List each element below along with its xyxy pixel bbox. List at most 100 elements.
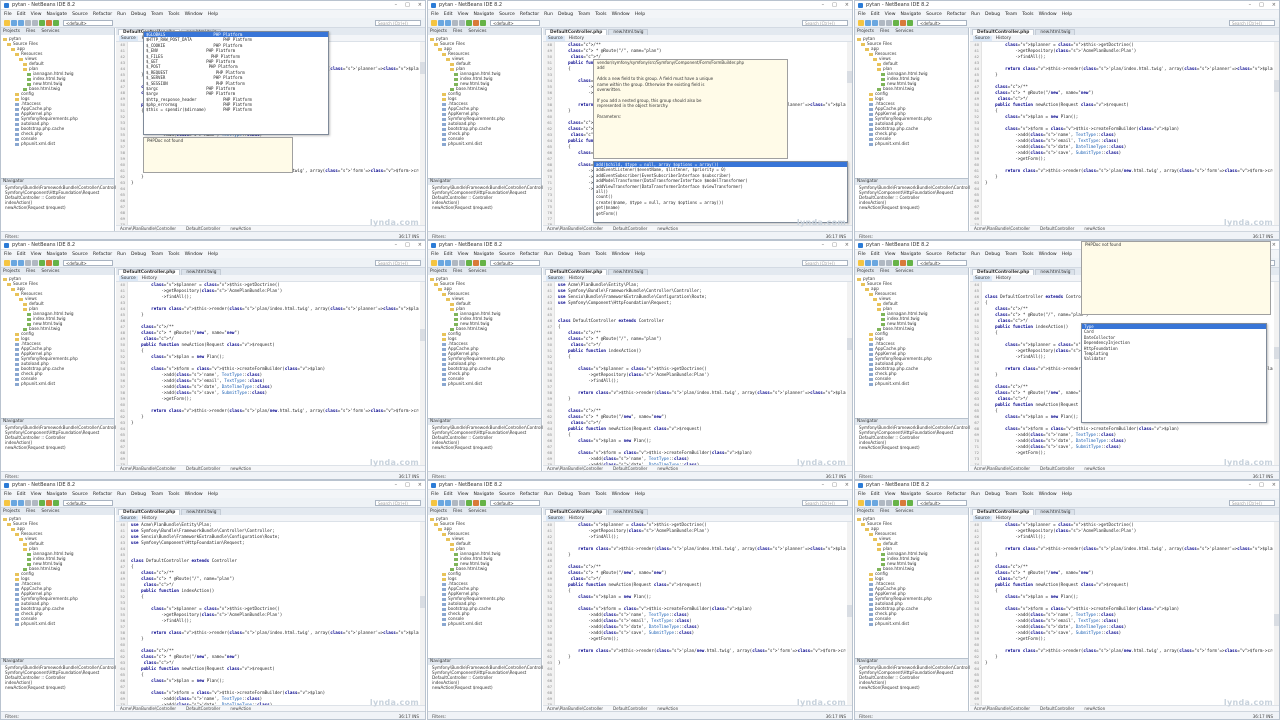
menu-help[interactable]: Help: [635, 492, 645, 497]
source-tab[interactable]: Source: [546, 35, 565, 41]
menu-tools[interactable]: Tools: [595, 12, 606, 17]
menu-navigate[interactable]: Navigate: [901, 12, 922, 17]
menu-debug[interactable]: Debug: [131, 12, 146, 17]
search-input[interactable]: Search (Ctrl+I): [375, 20, 421, 26]
menu-team[interactable]: Team: [578, 252, 590, 257]
vertical-scrollbar[interactable]: [1274, 522, 1279, 708]
run-icon[interactable]: [893, 20, 899, 26]
new-project-icon[interactable]: [865, 260, 871, 266]
open-project-icon[interactable]: [872, 260, 878, 266]
minimize-button[interactable]: –: [1249, 2, 1252, 8]
run-icon[interactable]: [39, 500, 45, 506]
menu-run[interactable]: Run: [971, 492, 980, 497]
debug-icon[interactable]: [900, 500, 906, 506]
search-input[interactable]: Search (Ctrl+I): [1229, 20, 1275, 26]
navigator-item[interactable]: newAction(Request $request): [1, 445, 114, 450]
code-completion-popup[interactable]: $GLOBALS PHP Platform $HTTP_RAW_POST_DATA…: [143, 31, 329, 135]
code-editor[interactable]: use Acme\PlanBundle\Entity\Plan; use Symf…: [131, 522, 419, 708]
tab-projects[interactable]: Projects: [430, 269, 447, 274]
tab-services[interactable]: Services: [895, 29, 913, 34]
menu-source[interactable]: Source: [926, 12, 942, 17]
scroll-thumb[interactable]: [420, 62, 425, 74]
profile-icon[interactable]: [480, 500, 486, 506]
new-file-icon[interactable]: [431, 500, 437, 506]
debug-icon[interactable]: [473, 260, 479, 266]
run-icon[interactable]: [466, 20, 472, 26]
navigator-item[interactable]: newAction(Request $request): [855, 445, 968, 450]
menu-refactor[interactable]: Refactor: [947, 252, 966, 257]
menu-edit[interactable]: Edit: [871, 252, 880, 257]
history-tab[interactable]: History: [142, 516, 157, 521]
menu-tools[interactable]: Tools: [1022, 252, 1033, 257]
redo-icon[interactable]: [886, 500, 892, 506]
menu-refactor[interactable]: Refactor: [93, 252, 112, 257]
tab-files[interactable]: Files: [453, 269, 462, 274]
menu-help[interactable]: Help: [208, 12, 218, 17]
run-icon[interactable]: [39, 260, 45, 266]
menu-run[interactable]: Run: [117, 12, 126, 17]
menu-view[interactable]: View: [885, 252, 896, 257]
close-button[interactable]: ×: [845, 2, 849, 8]
menu-tools[interactable]: Tools: [595, 492, 606, 497]
history-tab[interactable]: History: [569, 276, 584, 281]
tab-projects[interactable]: Projects: [3, 269, 20, 274]
menu-team[interactable]: Team: [151, 252, 163, 257]
menu-team[interactable]: Team: [1005, 252, 1017, 257]
menu-window[interactable]: Window: [1039, 252, 1057, 257]
menu-file[interactable]: File: [431, 252, 439, 257]
tab-files[interactable]: Files: [880, 29, 889, 34]
open-project-icon[interactable]: [18, 500, 24, 506]
new-file-icon[interactable]: [858, 20, 864, 26]
close-button[interactable]: ×: [418, 2, 422, 8]
menu-view[interactable]: View: [31, 492, 42, 497]
undo-icon[interactable]: [452, 500, 458, 506]
tab-services[interactable]: Services: [41, 269, 59, 274]
menu-edit[interactable]: Edit: [871, 12, 880, 17]
menu-navigate[interactable]: Navigate: [901, 492, 922, 497]
debug-icon[interactable]: [900, 20, 906, 26]
maximize-button[interactable]: □: [1259, 482, 1264, 488]
source-tab[interactable]: Source: [546, 515, 565, 521]
menu-help[interactable]: Help: [208, 492, 218, 497]
menu-source[interactable]: Source: [499, 252, 515, 257]
menu-window[interactable]: Window: [185, 12, 203, 17]
menu-navigate[interactable]: Navigate: [47, 12, 68, 17]
menu-view[interactable]: View: [458, 252, 469, 257]
search-input[interactable]: Search (Ctrl+I): [375, 260, 421, 266]
debug-icon[interactable]: [900, 260, 906, 266]
redo-icon[interactable]: [459, 20, 465, 26]
tab-services[interactable]: Services: [895, 509, 913, 514]
menu-run[interactable]: Run: [544, 492, 553, 497]
menu-refactor[interactable]: Refactor: [947, 12, 966, 17]
menu-team[interactable]: Team: [578, 492, 590, 497]
tab-projects[interactable]: Projects: [430, 29, 447, 34]
menu-tools[interactable]: Tools: [1022, 12, 1033, 17]
run-icon[interactable]: [39, 20, 45, 26]
menu-view[interactable]: View: [31, 12, 42, 17]
new-file-icon[interactable]: [431, 20, 437, 26]
maximize-button[interactable]: □: [405, 2, 410, 8]
navigator-item[interactable]: newAction(Request $request): [1, 685, 114, 690]
tree-item[interactable]: phpunit.xml.dist: [428, 381, 541, 386]
menu-file[interactable]: File: [4, 252, 12, 257]
config-select[interactable]: <default>: [490, 20, 540, 26]
history-tab[interactable]: History: [569, 36, 584, 41]
menu-tools[interactable]: Tools: [595, 252, 606, 257]
menu-debug[interactable]: Debug: [131, 252, 146, 257]
new-file-icon[interactable]: [858, 260, 864, 266]
menu-tools[interactable]: Tools: [168, 12, 179, 17]
close-button[interactable]: ×: [1272, 482, 1276, 488]
history-tab[interactable]: History: [142, 276, 157, 281]
menu-team[interactable]: Team: [151, 12, 163, 17]
menu-navigate[interactable]: Navigate: [47, 492, 68, 497]
menu-help[interactable]: Help: [1062, 252, 1072, 257]
new-project-icon[interactable]: [11, 20, 17, 26]
menu-help[interactable]: Help: [208, 252, 218, 257]
tree-item[interactable]: phpunit.xml.dist: [855, 141, 968, 146]
menu-debug[interactable]: Debug: [558, 12, 573, 17]
tab-files[interactable]: Files: [26, 269, 35, 274]
menu-window[interactable]: Window: [612, 252, 630, 257]
history-tab[interactable]: History: [996, 516, 1011, 521]
completion-item[interactable]: Validator: [1082, 356, 1266, 361]
new-file-icon[interactable]: [858, 500, 864, 506]
